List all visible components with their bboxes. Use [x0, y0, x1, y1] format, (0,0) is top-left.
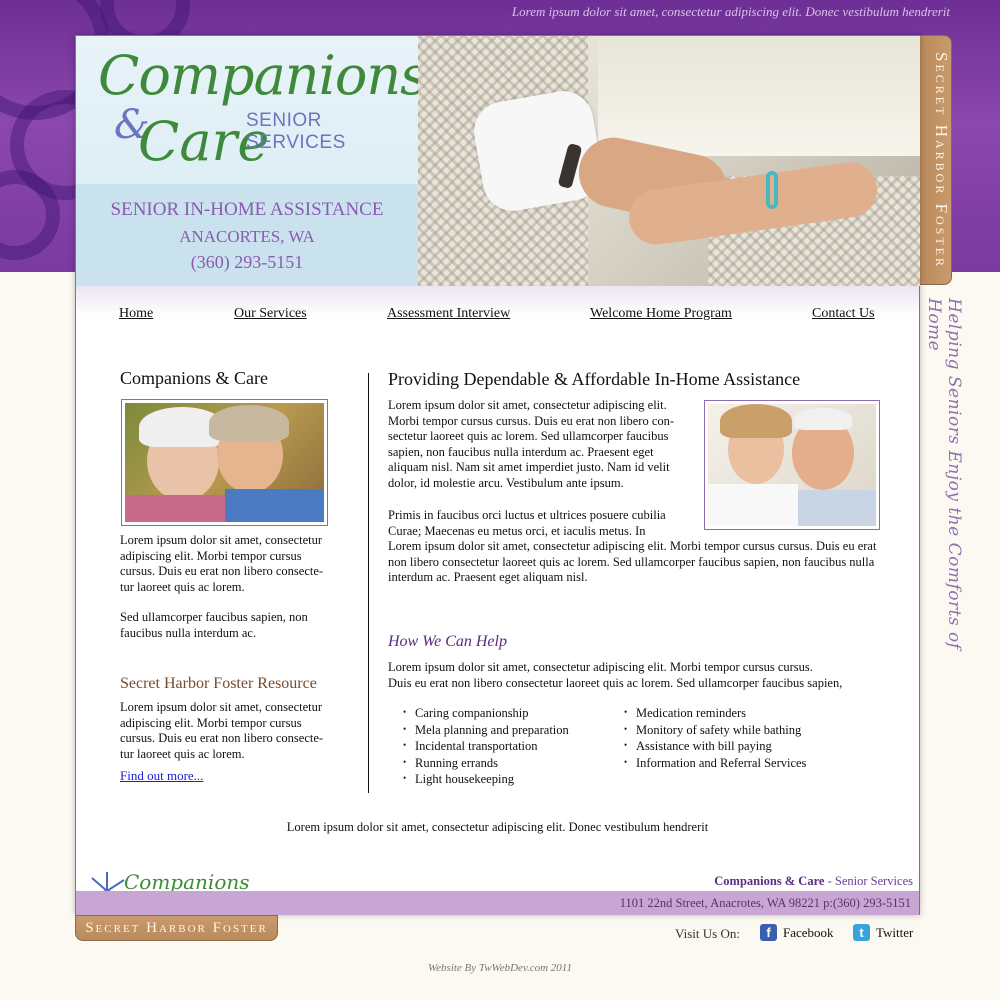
nav-our-services[interactable]: Our Services: [234, 306, 307, 322]
logo-word-companions: Companions: [98, 44, 428, 107]
header-brand-panel: Companions & Care SENIOR SERVICES SENIOR…: [76, 36, 428, 286]
top-tagline: Lorem ipsum dolor sit amet, consectetur …: [511, 4, 950, 19]
facebook-link[interactable]: f Facebook: [760, 924, 834, 941]
footer-address: 1101 22nd Street, Anacrotes, WA 98221 p:…: [619, 896, 911, 910]
facebook-icon: f: [760, 924, 777, 941]
list-item: Monitory of safety while bathing: [624, 722, 806, 739]
photo-frame: [121, 399, 328, 526]
nav-home[interactable]: Home: [119, 306, 153, 322]
hair-elder-man: [794, 408, 852, 430]
nav-contact-us[interactable]: Contact Us: [812, 306, 875, 322]
list-item: Caring companionship: [403, 705, 569, 722]
find-out-more-link[interactable]: Find out more...: [120, 768, 203, 784]
services-list-left: Caring companionship Mela planning and p…: [403, 705, 569, 788]
caregiver-elder-photo: [708, 404, 876, 526]
header-service-line: SENIOR IN-HOME ASSISTANCE: [110, 199, 384, 220]
help-line-2: Duis eu erat non libero consectetur laor…: [388, 675, 843, 690]
resource-heading: Secret Harbor Foster Resource: [120, 675, 317, 692]
header-photo-holding-hands: [418, 36, 920, 286]
site-credit: Website By TwWebDev.com 2011: [428, 962, 572, 974]
porch-background: [598, 36, 920, 156]
footer-company-suffix: - Senior Services: [824, 874, 913, 888]
bracelet: [766, 171, 778, 209]
list-item: Running errands: [403, 755, 569, 772]
main-card: Companions & Care SENIOR SERVICES SENIOR…: [75, 35, 920, 915]
hair-blonde: [209, 405, 289, 441]
left-para-1: Lorem ipsum dolor sit amet, consectetur …: [120, 533, 324, 594]
list-item: Light housekeeping: [403, 771, 569, 788]
main-para-2b: Lorem ipsum dolor sit amet, consectetur …: [388, 539, 877, 584]
twitter-label: Twitter: [876, 924, 914, 940]
shirt-white: [708, 484, 798, 526]
main-para-1: Lorem ipsum dolor sit amet, consectetur …: [388, 398, 675, 490]
shirt-pink: [125, 495, 225, 522]
facebook-label: Facebook: [783, 924, 834, 940]
shirt-striped: [798, 490, 876, 526]
help-line-1: Lorem ipsum dolor sit amet, consectetur …: [388, 660, 813, 674]
bottom-tab-secret-harbor[interactable]: Secret Harbor Foster: [75, 915, 278, 941]
visit-us-label: Visit Us On:: [675, 926, 740, 941]
logo-subtitle: SENIOR SERVICES: [246, 110, 346, 153]
help-heading: How We Can Help: [388, 633, 507, 650]
list-item: Mela planning and preparation: [403, 722, 569, 739]
left-para-2: Sed ullamcorper faucibus sapien, non fau…: [120, 610, 308, 640]
two-women-photo: [125, 403, 324, 522]
left-heading: Companions & Care: [120, 368, 268, 388]
footer-company-name: Companions & Care: [714, 874, 825, 888]
list-item: Assistance with bill paying: [624, 738, 806, 755]
twitter-icon: t: [853, 924, 870, 941]
hair-caregiver: [720, 404, 792, 438]
footer-tagline: Lorem ipsum dolor sit amet, consectetur …: [286, 820, 709, 834]
main-para-2a: Primis in faucibus orci luctus et ultric…: [388, 508, 666, 538]
left-intro: Lorem ipsum dolor sit amet, consectetur …: [120, 533, 335, 641]
side-tagline: Helping Seniors Enjoy the Comforts of Ho…: [924, 298, 964, 650]
help-text: Lorem ipsum dolor sit amet, consectetur …: [388, 660, 888, 691]
twitter-link[interactable]: t Twitter: [853, 924, 913, 941]
column-divider: [368, 373, 369, 793]
nav-assessment-interview[interactable]: Assessment Interview: [387, 306, 510, 322]
list-item: Information and Referral Services: [624, 755, 806, 772]
services-list-right: Medication reminders Monitory of safety …: [624, 705, 806, 771]
footer-company: Companions & Care - Senior Services: [714, 874, 913, 889]
list-item: Medication reminders: [624, 705, 806, 722]
resource-text: Lorem ipsum dolor sit amet, consectetur …: [120, 700, 324, 761]
header-location: ANACORTES, WA: [179, 227, 315, 246]
list-item: Incidental transportation: [403, 738, 569, 755]
main-heading: Providing Dependable & Affordable In-Hom…: [388, 369, 801, 389]
shirt-blue: [225, 489, 324, 522]
header-phone: (360) 293-5151: [190, 252, 304, 272]
nav-welcome-home-program[interactable]: Welcome Home Program: [590, 306, 732, 322]
side-tab-label: Secret Harbor Foster: [932, 52, 951, 270]
photo-frame: [704, 400, 880, 530]
